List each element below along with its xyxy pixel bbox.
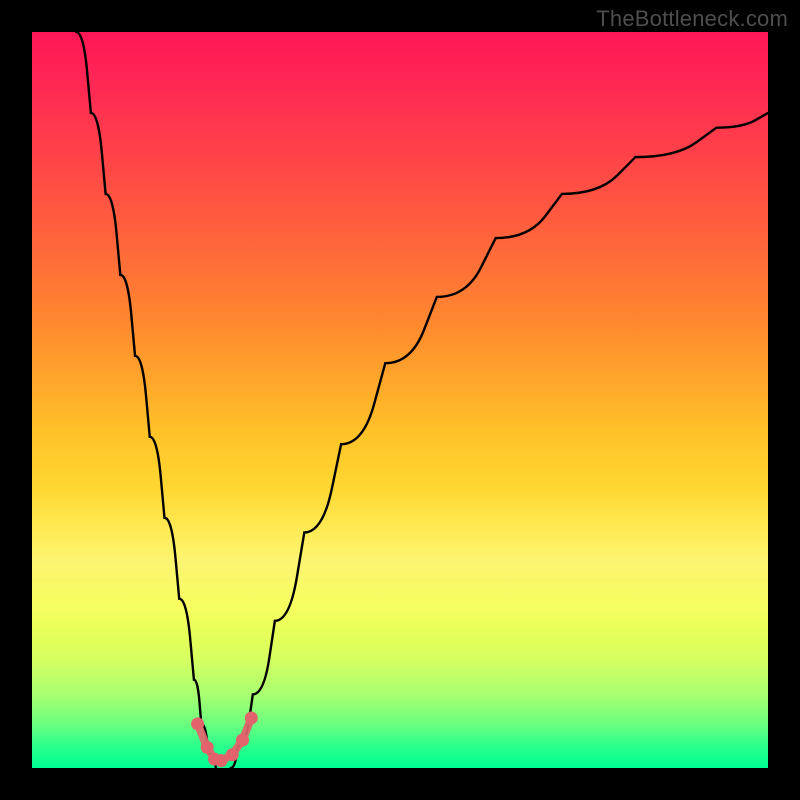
valley-marker-dot — [215, 754, 228, 767]
valley-marker-dot — [191, 717, 204, 730]
valley-marker-dot — [201, 741, 214, 754]
watermark-text: TheBottleneck.com — [596, 6, 788, 32]
outer-frame: TheBottleneck.com — [0, 0, 800, 800]
left-curve — [76, 32, 216, 768]
valley-marker-dot — [236, 734, 249, 747]
plot-area — [32, 32, 768, 768]
valley-marker-dot — [245, 711, 258, 724]
curve-layer — [32, 32, 768, 768]
right-curve — [231, 113, 768, 768]
valley-marker-dot — [226, 748, 239, 761]
